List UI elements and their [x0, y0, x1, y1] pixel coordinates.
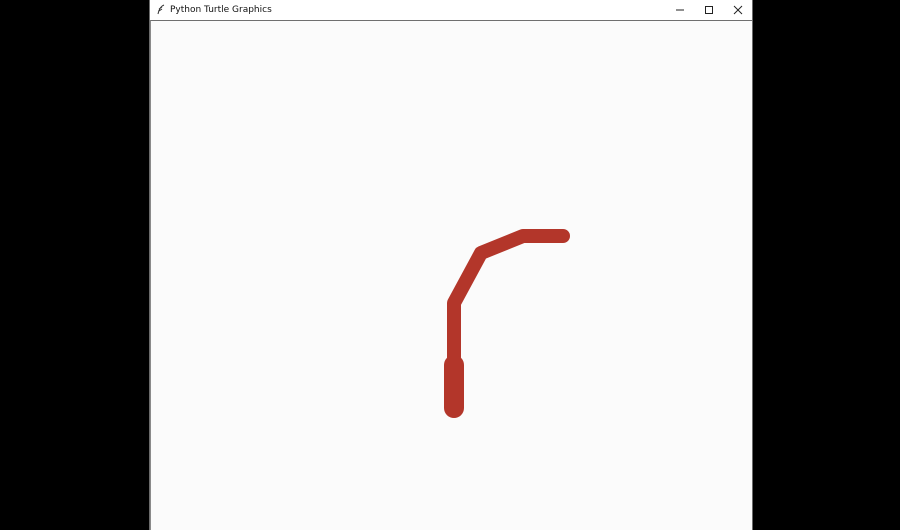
- turtle-canvas[interactable]: [151, 21, 752, 530]
- turtle-drawing: [444, 229, 570, 418]
- minimize-icon: [675, 9, 684, 10]
- title-bar[interactable]: Python Turtle Graphics: [150, 0, 752, 19]
- close-icon: [733, 5, 742, 14]
- maximize-icon: [704, 5, 713, 14]
- window-title: Python Turtle Graphics: [170, 4, 272, 15]
- feather-icon: [153, 2, 169, 18]
- minimize-button[interactable]: [665, 0, 694, 19]
- maximize-button[interactable]: [694, 0, 723, 19]
- turtle-window: Python Turtle Graphics: [149, 0, 753, 530]
- close-button[interactable]: [723, 0, 752, 19]
- turtle-path: [447, 229, 570, 413]
- turtle-canvas-frame: [150, 20, 752, 530]
- window-controls: [665, 0, 752, 19]
